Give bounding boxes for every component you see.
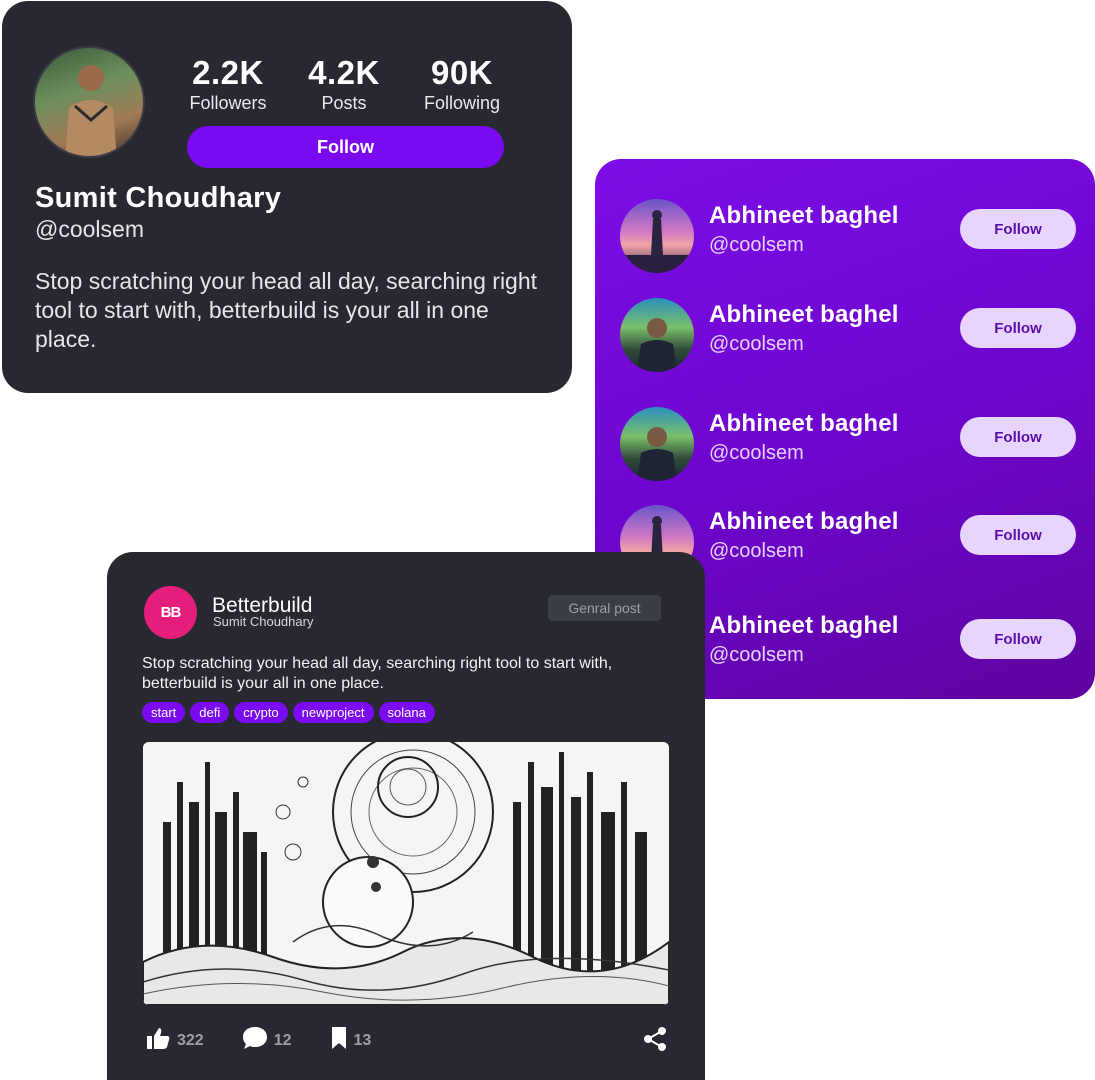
comment-action[interactable]: 12	[242, 1026, 292, 1055]
tag-start[interactable]: start	[142, 702, 186, 723]
suggestion-name: Abhineet baghel	[709, 410, 899, 437]
tag-list: start defi crypto newproject solana	[142, 702, 435, 723]
post-card: BB Betterbuild Sumit Choudhary Genral po…	[107, 552, 705, 1080]
suggestion-avatar[interactable]	[620, 407, 694, 481]
followers-stat[interactable]: 2.2K Followers	[173, 53, 283, 113]
posts-count: 4.2K	[308, 54, 380, 91]
suggestion-name: Abhineet baghel	[709, 202, 899, 229]
suggestion-name: Abhineet baghel	[709, 612, 899, 639]
followers-label: Followers	[189, 93, 267, 113]
following-count: 90K	[430, 54, 494, 91]
post-author: Sumit Choudhary	[213, 614, 314, 629]
comment-count: 12	[273, 1031, 292, 1049]
suggestion-handle: @coolsem	[709, 333, 804, 355]
suggestion-avatar[interactable]	[620, 298, 694, 372]
bookmark-action[interactable]: 13	[330, 1026, 372, 1055]
profile-bio: Stop scratching your head all day, searc…	[35, 268, 538, 352]
comment-icon	[242, 1026, 268, 1055]
post-image[interactable]	[143, 742, 669, 1005]
share-icon[interactable]	[642, 1026, 668, 1057]
following-stat[interactable]: 90K Following	[407, 53, 517, 113]
profile-avatar[interactable]	[33, 46, 145, 158]
tag-defi[interactable]: defi	[190, 702, 230, 723]
like-action[interactable]: 322	[145, 1026, 204, 1055]
suggestion-follow-button[interactable]: Follow	[960, 515, 1076, 555]
suggestion-follow-button[interactable]: Follow	[960, 417, 1076, 457]
suggestion-handle: @coolsem	[709, 540, 804, 562]
suggestion-follow-button[interactable]: Follow	[960, 308, 1076, 348]
suggestion-follow-button[interactable]: Follow	[960, 619, 1076, 659]
tag-solana[interactable]: solana	[378, 702, 435, 723]
brand-logo[interactable]: BB	[144, 586, 197, 639]
post-actions: 322 12 13	[145, 1026, 409, 1055]
suggestion-handle: @coolsem	[709, 644, 804, 666]
profile-card: 2.2K Followers 4.2K Posts 90K Following …	[2, 1, 572, 393]
following-label: Following	[423, 93, 501, 113]
suggestion-row: Abhineet baghel @coolsem Follow	[595, 295, 1095, 375]
like-count: 322	[177, 1031, 204, 1049]
followers-count: 2.2K	[192, 54, 264, 91]
tag-newproject[interactable]: newproject	[292, 702, 374, 723]
suggestion-handle: @coolsem	[709, 442, 804, 464]
thumbs-up-icon	[145, 1026, 171, 1055]
post-text: Stop scratching your head all day, searc…	[142, 655, 613, 692]
suggestion-avatar[interactable]	[620, 199, 694, 273]
bookmark-count: 13	[353, 1031, 372, 1049]
posts-label: Posts	[321, 93, 367, 113]
suggestion-row: Abhineet baghel @coolsem Follow	[595, 196, 1095, 276]
suggestion-follow-button[interactable]: Follow	[960, 209, 1076, 249]
tag-crypto[interactable]: crypto	[234, 702, 288, 723]
profile-handle: @coolsem	[35, 216, 144, 242]
suggestion-name: Abhineet baghel	[709, 508, 899, 535]
suggestion-handle: @coolsem	[709, 234, 804, 256]
profile-name: Sumit Choudhary	[35, 182, 282, 214]
post-type-badge: Genral post	[548, 595, 661, 621]
suggestion-name: Abhineet baghel	[709, 301, 899, 328]
posts-stat[interactable]: 4.2K Posts	[289, 53, 399, 113]
suggestion-row: Abhineet baghel @coolsem Follow	[595, 404, 1095, 484]
profile-follow-button[interactable]: Follow	[187, 126, 504, 168]
bookmark-icon	[330, 1026, 348, 1055]
